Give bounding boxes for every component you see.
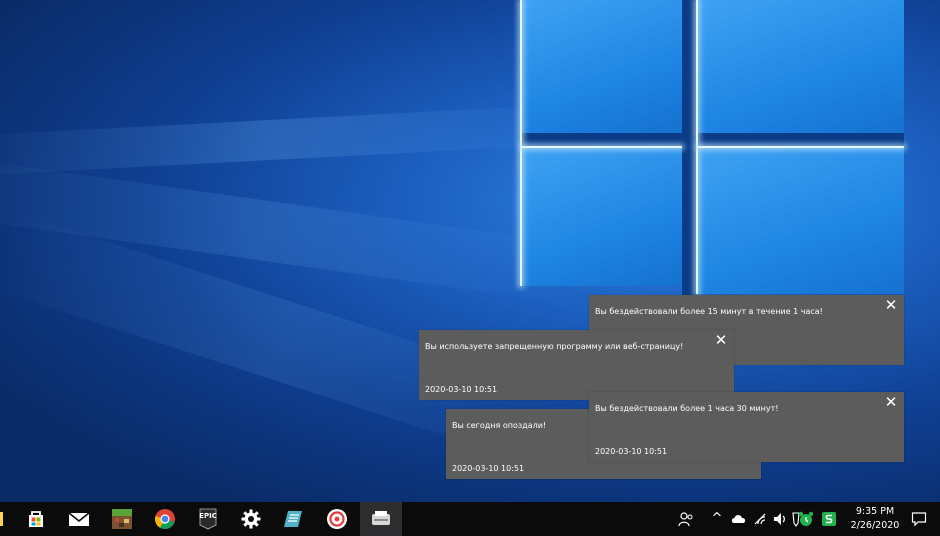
window-edge-glow <box>522 146 682 148</box>
system-clock[interactable]: 9:35 PM 2/26/2020 <box>846 505 904 533</box>
close-icon[interactable]: ✕ <box>884 395 898 410</box>
wallpaper-light-beam <box>0 155 582 305</box>
window-edge-glow <box>520 0 522 286</box>
taskbar: EPIC ^ 9:35 PM 2/26/2020 <box>0 502 940 536</box>
people-icon[interactable] <box>678 511 694 527</box>
wallpaper-light-beam <box>0 103 581 177</box>
notification-message: Вы бездействовали более 1 часа 30 минут! <box>595 404 779 413</box>
taskbar-left-edge-icon[interactable] <box>0 512 3 526</box>
notification-timestamp: 2020-03-10 10:51 <box>425 385 498 394</box>
mail-icon[interactable] <box>67 507 91 531</box>
notification-message: Вы используете запрещенную программу или… <box>425 342 684 351</box>
window-pane <box>698 148 904 294</box>
window-pane <box>522 0 682 133</box>
minecraft-icon[interactable] <box>110 507 134 531</box>
notification-center-icon[interactable] <box>911 511 927 527</box>
notification-message: Вы бездействовали более 15 минут в течен… <box>595 307 823 316</box>
window-pane <box>698 0 904 133</box>
chrome-icon[interactable] <box>153 507 177 531</box>
volume-icon[interactable] <box>772 511 788 527</box>
notification-timestamp: 2020-03-10 10:51 <box>595 447 668 456</box>
chevron-up-icon[interactable]: ^ <box>710 511 724 527</box>
clock-date: 2/26/2020 <box>850 520 900 531</box>
green-s-icon[interactable] <box>821 511 837 527</box>
microsoft-store-icon[interactable] <box>24 507 48 531</box>
notification-toast[interactable]: Вы используете запрещенную программу или… <box>419 330 734 400</box>
notification-message: Вы сегодня опоздали! <box>452 421 547 430</box>
red-circle-app-icon[interactable] <box>325 507 349 531</box>
scanner-app-icon[interactable] <box>369 507 393 531</box>
notification-timestamp: 2020-03-10 10:51 <box>452 464 525 473</box>
green-alarm-icon[interactable] <box>797 511 815 527</box>
wifi-icon[interactable] <box>752 511 768 527</box>
window-edge-glow <box>698 146 904 148</box>
window-pane <box>522 148 682 286</box>
close-icon[interactable]: ✕ <box>884 298 898 313</box>
desktop-wallpaper: Вы бездействовали более 15 минут в течен… <box>0 0 940 502</box>
epic-games-label: EPIC <box>199 512 217 520</box>
close-icon[interactable]: ✕ <box>714 333 728 348</box>
settings-gear-icon[interactable] <box>239 507 263 531</box>
cloud-sync-icon[interactable] <box>730 511 748 527</box>
notepad-app-icon[interactable] <box>282 507 306 531</box>
notification-toast[interactable]: Вы бездействовали более 1 часа 30 минут!… <box>589 392 904 462</box>
epic-games-icon[interactable]: EPIC <box>196 507 220 531</box>
clock-time: 9:35 PM <box>855 506 895 517</box>
